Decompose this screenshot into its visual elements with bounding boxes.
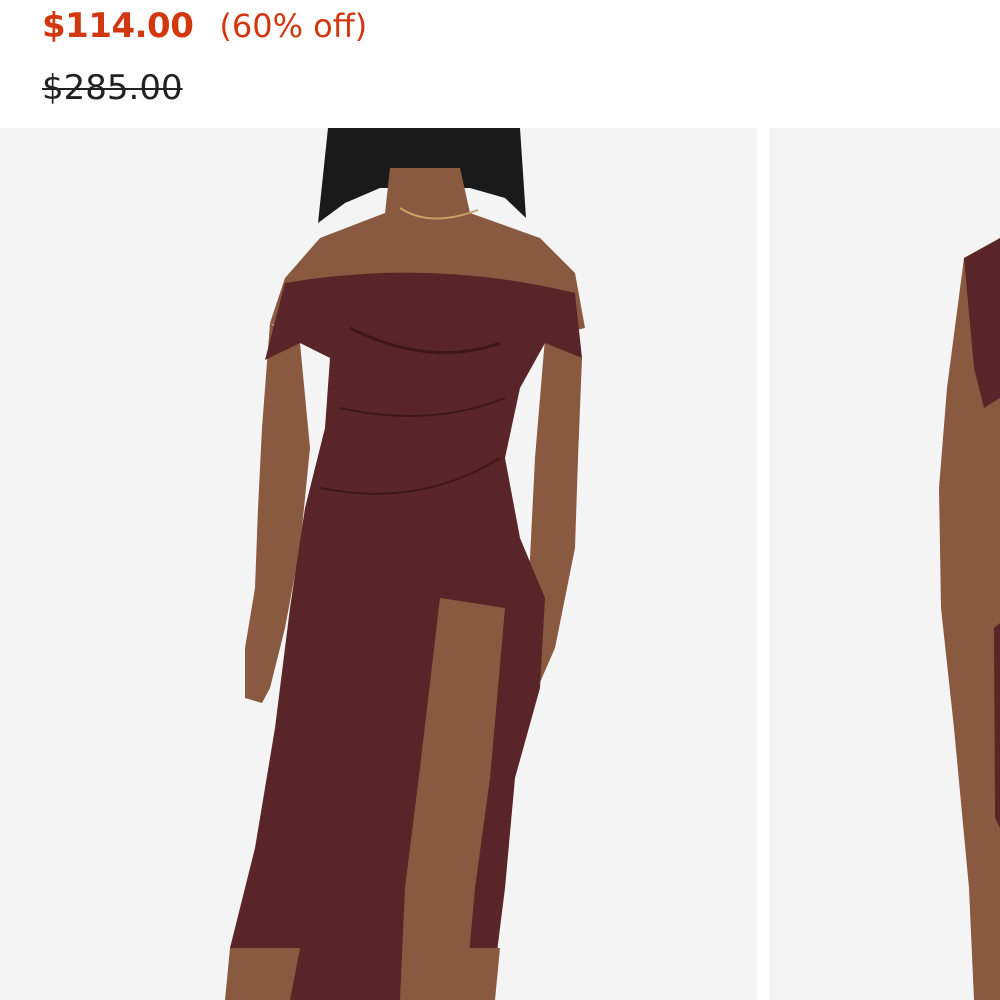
product-image-gallery[interactable] [0, 128, 1000, 1000]
model-dress-illustration [0, 128, 757, 1000]
product-image-main[interactable] [0, 128, 757, 1000]
product-image-secondary[interactable] [769, 128, 1000, 1000]
original-price: $285.00 [42, 68, 183, 108]
model-dress-side-illustration [769, 128, 1000, 1000]
price-row: $114.00 (60% off) [42, 6, 367, 46]
price-block: $114.00 (60% off) $285.00 [42, 0, 942, 128]
discount-label: (60% off) [219, 7, 368, 45]
sale-price: $114.00 [42, 6, 194, 46]
